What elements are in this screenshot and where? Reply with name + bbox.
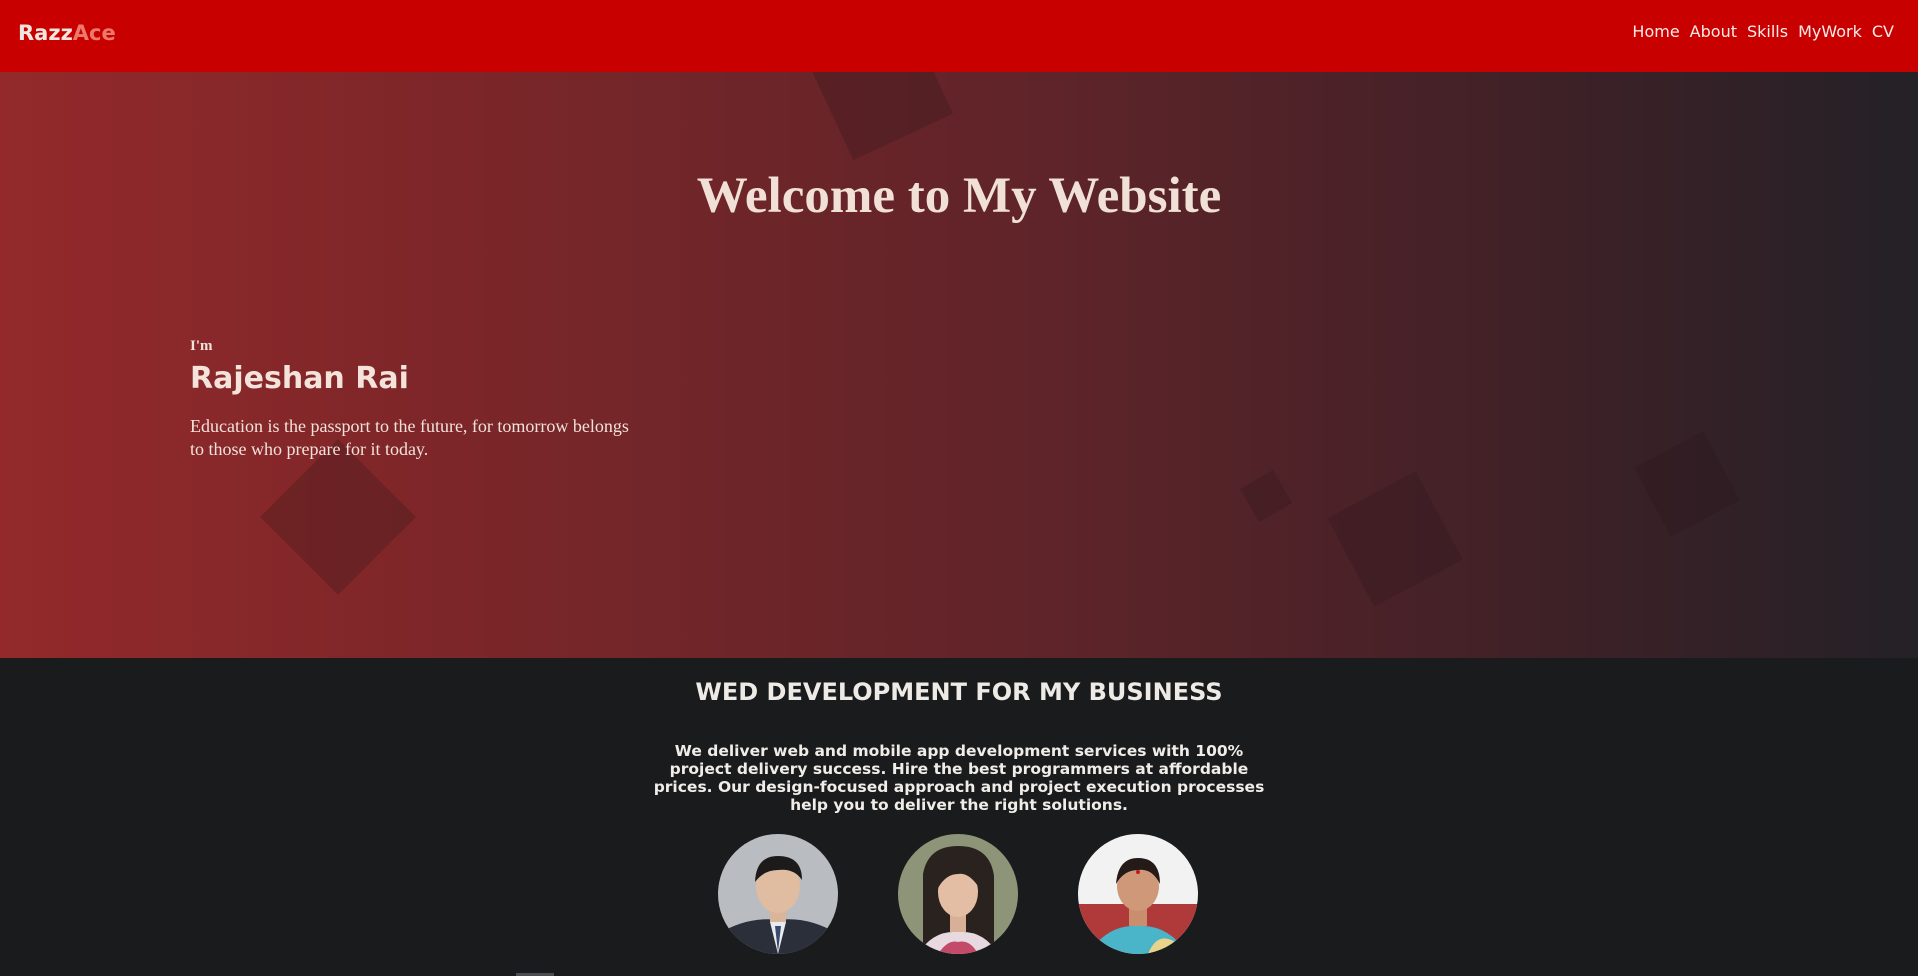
decorative-square [1327,471,1463,607]
hero-title: Welcome to My Website [696,168,1222,224]
site-logo[interactable]: RazzAce [18,21,116,45]
intro-greeting: I'm [190,338,213,354]
services-heading: WED DEVELOPMENT FOR MY BUSINESS [695,678,1223,706]
nav-link-cv[interactable]: CV [1872,22,1894,41]
decorative-square [1240,470,1292,522]
nav-link-about[interactable]: About [1690,22,1737,41]
nav-link-skills[interactable]: Skills [1747,22,1788,41]
team-avatar-3 [1078,834,1198,954]
nav-link-home[interactable]: Home [1632,22,1679,41]
intro-quote: Education is the passport to the future,… [190,416,629,459]
nav-links: Home About Skills MyWork CV [1632,22,1894,41]
services-description: We deliver web and mobile app developmen… [653,742,1265,814]
logo-text-primary: Razz [18,21,73,45]
decorative-square [806,72,954,161]
intro-name: Rajeshan Rai [190,361,409,396]
team-avatar-1 [718,834,838,954]
logo-text-accent: Ace [72,21,116,45]
nav-link-mywork[interactable]: MyWork [1798,22,1862,41]
navbar: RazzAce Home About Skills MyWork CV [0,0,1918,72]
decorative-square [1634,431,1740,537]
team-avatar-2 [898,834,1018,954]
services-section: WED DEVELOPMENT FOR MY BUSINESS We deliv… [0,658,1918,976]
hero-section: Welcome to My Website I'm Rajeshan Rai E… [0,72,1918,658]
decorative-square [260,439,416,595]
